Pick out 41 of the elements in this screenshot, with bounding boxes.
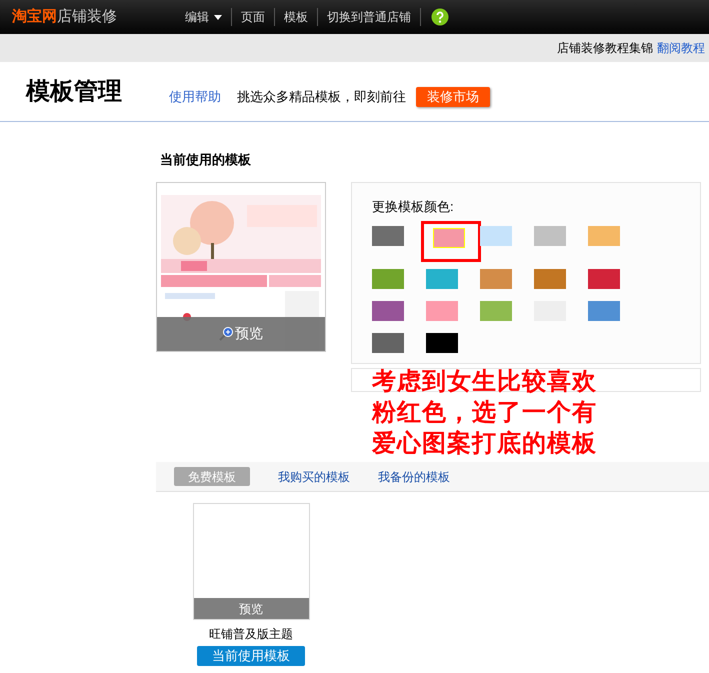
- color-swatch[interactable]: [480, 269, 512, 289]
- page-title: 模板管理: [26, 76, 123, 106]
- menu-item[interactable]: 页面: [232, 8, 274, 26]
- help-link[interactable]: 使用帮助: [169, 86, 221, 106]
- tutorial-link[interactable]: 翻阅教程: [657, 39, 705, 57]
- logo-brand: 淘宝网: [12, 6, 57, 27]
- annotation-text: 考虑到女生比较喜欢粉红色，选了一个有爱心图案打底的模板: [372, 367, 598, 459]
- color-swatch[interactable]: [372, 226, 404, 246]
- template-tab[interactable]: 我购买的模板: [278, 468, 350, 486]
- preview-bar[interactable]: 预览: [194, 598, 308, 619]
- color-swatch[interactable]: [588, 226, 620, 246]
- menu-item[interactable]: 切换到普通店铺: [318, 8, 420, 26]
- template-name: 旺铺普及版主题: [209, 626, 293, 643]
- menu-item[interactable]: 编辑: [176, 8, 231, 26]
- market-button[interactable]: 装修市场: [416, 86, 490, 106]
- zoom-icon: [219, 326, 233, 340]
- color-swatch[interactable]: [372, 269, 404, 289]
- preview-overlay[interactable]: 预览: [157, 316, 325, 350]
- color-swatch[interactable]: [426, 301, 458, 321]
- color-swatch[interactable]: [426, 333, 458, 353]
- current-template-button[interactable]: 当前使用模板: [197, 646, 305, 666]
- logo-suffix: 店铺装修: [57, 6, 117, 27]
- menu-item[interactable]: 模板: [275, 8, 317, 26]
- color-swatch[interactable]: [534, 226, 566, 246]
- section-heading: 当前使用的模板: [160, 151, 252, 169]
- color-swatch[interactable]: [480, 301, 512, 321]
- template-tab[interactable]: 我备份的模板: [378, 468, 450, 486]
- palette-label: 更换模板颜色:: [372, 198, 455, 216]
- color-swatch[interactable]: [372, 333, 404, 353]
- color-swatch[interactable]: [433, 228, 465, 248]
- color-swatch[interactable]: [534, 269, 566, 289]
- color-swatch[interactable]: [588, 301, 620, 321]
- color-swatch[interactable]: [480, 226, 512, 246]
- tutorial-text: 店铺装修教程集锦: [557, 40, 653, 57]
- color-swatch[interactable]: [588, 269, 620, 289]
- promo-text: 挑选众多精品模板，即刻前往: [237, 88, 406, 106]
- template-thumbnail[interactable]: 预览: [156, 182, 326, 352]
- help-icon[interactable]: [431, 8, 449, 26]
- color-swatch[interactable]: [426, 269, 458, 289]
- template-card[interactable]: 预览: [192, 503, 310, 620]
- color-swatch[interactable]: [372, 301, 404, 321]
